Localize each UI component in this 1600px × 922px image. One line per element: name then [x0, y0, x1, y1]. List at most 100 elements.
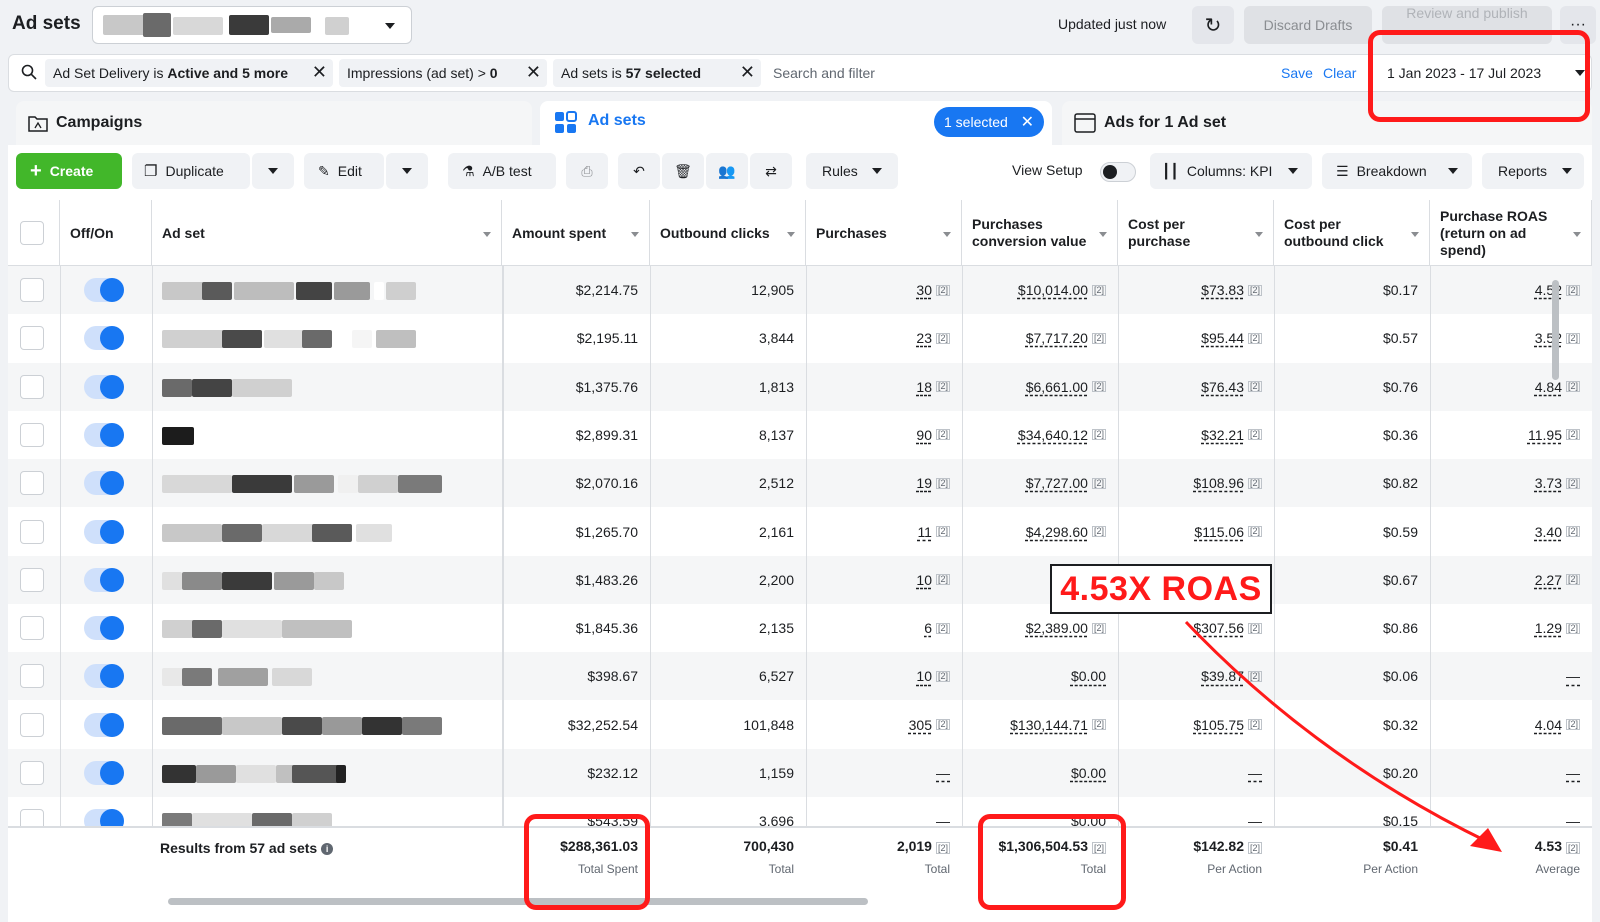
header-adset[interactable]: Ad set [152, 200, 502, 266]
cell-pcv[interactable]: $7,717.20 [2] [962, 314, 1118, 362]
cell-pcv[interactable]: $6,661.00 [2] [962, 363, 1118, 411]
cell-pcv[interactable]: $0.00 [962, 749, 1118, 797]
row-checkbox[interactable] [20, 519, 44, 544]
header-offon[interactable]: Off/On [60, 200, 152, 266]
adset-name-blurred[interactable] [162, 620, 462, 639]
row-checkbox[interactable] [20, 326, 44, 351]
adset-name-blurred[interactable] [162, 716, 462, 735]
cell-roas[interactable]: 2.27 [2] [1430, 556, 1592, 604]
cell-cpp[interactable]: $95.44 [2] [1118, 314, 1274, 362]
cell-purchases[interactable]: 90 [2] [806, 411, 962, 459]
refresh-button[interactable]: ↻ [1192, 6, 1234, 44]
breakdown-button[interactable]: ☰ Breakdown [1322, 153, 1472, 189]
cell-cpp[interactable]: $76.43 [2] [1118, 363, 1274, 411]
delivery-toggle[interactable] [84, 712, 124, 737]
adset-name-blurred[interactable] [162, 378, 462, 397]
table-row[interactable]: $2,899.31 8,137 90 [2] $34,640.12 [2] $32.21 [2… [8, 410, 1592, 459]
delivery-toggle[interactable] [84, 422, 124, 447]
close-icon[interactable]: ✕ [312, 63, 327, 81]
cell-cpp[interactable]: — [1118, 749, 1274, 797]
clear-filter-link[interactable]: Clear [1323, 65, 1356, 81]
columns-button[interactable]: ┃┃ Columns: KPI [1150, 153, 1312, 189]
cell-purchases[interactable]: 11 [2] [806, 508, 962, 556]
delete-button[interactable]: 🗑 [662, 153, 704, 189]
cell-purchases[interactable]: 10 [2] [806, 556, 962, 604]
row-checkbox[interactable] [20, 761, 44, 785]
cell-pcv[interactable]: $0.00 [962, 652, 1118, 700]
save-filter-link[interactable]: Save [1281, 65, 1313, 81]
tab-campaigns[interactable]: Campaigns [16, 101, 532, 145]
adset-name-blurred[interactable] [162, 523, 462, 542]
cell-roas[interactable]: 3.40 [2] [1430, 508, 1592, 556]
cell-pcv[interactable]: $10,014.00 [2] [962, 266, 1118, 314]
reports-button[interactable]: Reports [1482, 153, 1584, 189]
cell-purchases[interactable]: 18 [2] [806, 363, 962, 411]
cell-purchases[interactable]: 19 [2] [806, 459, 962, 507]
adset-name-blurred[interactable] [162, 330, 462, 349]
row-checkbox[interactable] [20, 278, 44, 302]
filter-chip-delivery[interactable]: Ad Set Delivery is Active and 5 more ✕ [45, 59, 333, 87]
adset-name-blurred[interactable] [162, 571, 462, 590]
cell-purchases[interactable]: 30 [2] [806, 266, 962, 314]
edit-dropdown-button[interactable] [386, 153, 428, 189]
table-row[interactable]: $1,265.70 2,161 11 [2] $4,298.60 [2] $115.06 [2… [8, 507, 1592, 556]
ab-test-button[interactable]: ⚗ A/B test [448, 153, 556, 189]
adset-name-blurred[interactable] [162, 282, 462, 300]
row-checkbox[interactable] [20, 374, 44, 399]
cell-purchases[interactable]: 10 [2] [806, 652, 962, 700]
delivery-toggle[interactable] [84, 664, 124, 689]
cell-roas[interactable]: 4.52 [2] [1430, 266, 1592, 314]
header-purchase-roas[interactable]: Purchase ROAS (return on ad spend) [1430, 200, 1592, 266]
header-purchases[interactable]: Purchases [806, 200, 962, 266]
row-checkbox[interactable] [20, 471, 44, 496]
header-cost-per-purchase[interactable]: Cost per purchase [1118, 200, 1274, 266]
delivery-toggle[interactable] [84, 616, 124, 641]
cell-roas[interactable]: 11.95 [2] [1430, 411, 1592, 459]
adset-name-blurred[interactable] [162, 475, 462, 494]
filter-chip-adsets[interactable]: Ad sets is 57 selected ✕ [553, 59, 761, 87]
cell-purchases[interactable]: 23 [2] [806, 314, 962, 362]
table-row[interactable]: $398.67 6,527 10 [2] $0.00 $39.87 [2] $0.06— [8, 652, 1592, 701]
people-button[interactable]: 👥 [706, 153, 748, 189]
undo-button[interactable]: ↶ [618, 153, 660, 189]
duplicate-button[interactable]: ❐ Duplicate [132, 153, 250, 189]
delivery-toggle[interactable] [84, 761, 124, 785]
header-amount-spent[interactable]: Amount spent [502, 200, 650, 266]
cell-roas[interactable]: 3.52 [2] [1430, 314, 1592, 362]
cell-purchases[interactable]: 305 [2] [806, 701, 962, 749]
discard-drafts-button[interactable]: Discard Drafts [1244, 6, 1372, 44]
vertical-scrollbar[interactable] [1552, 280, 1559, 380]
horizontal-scrollbar[interactable] [168, 898, 868, 905]
cell-pcv[interactable]: $130,144.71 [2] [962, 701, 1118, 749]
cell-roas[interactable]: 4.84 [2] [1430, 363, 1592, 411]
export-button[interactable]: ⇄ [750, 153, 792, 189]
cell-cpp[interactable]: $115.06 [2] [1118, 508, 1274, 556]
table-row[interactable]: $2,214.75 12,905 30 [2] $10,014.00 [2] $73.83[… [8, 266, 1592, 314]
close-icon[interactable]: ✕ [1021, 112, 1034, 132]
header-purchases-conversion-value[interactable]: Purchases conversion value [962, 200, 1118, 266]
table-row[interactable]: $232.12 1,159 — $0.00 — $0.20 — [8, 749, 1592, 797]
table-row[interactable]: $1,845.36 2,135 6 [2] $2,389.00 [2] $307.56 [2]… [8, 604, 1592, 653]
table-row[interactable]: $1,483.262,20010[2]$3,3$0.672.27[2] [8, 555, 1592, 604]
table-row[interactable]: $2,070.16 2,512 19 [2] $7,727.00 [2] $108.96 [2… [8, 459, 1592, 508]
filter-chip-impressions[interactable]: Impressions (ad set) > 0 ✕ [339, 59, 547, 87]
adset-name-blurred[interactable] [162, 426, 462, 445]
row-checkbox[interactable] [20, 664, 44, 689]
cell-pcv[interactable]: $34,640.12 [2] [962, 411, 1118, 459]
header-cost-per-outbound-click[interactable]: Cost per outbound click [1274, 200, 1430, 266]
row-checkbox[interactable] [20, 422, 44, 447]
clipboard-button[interactable]: ⎙ [566, 153, 608, 189]
table-row[interactable]: $32,252.54 101,848 305 [2] $130,144.71 [2] $10… [8, 700, 1592, 749]
cell-roas[interactable]: 1.29 [2] [1430, 604, 1592, 652]
tab-adsets[interactable]: Ad sets 1 selected ✕ [540, 101, 1052, 145]
row-checkbox[interactable] [20, 567, 44, 592]
delivery-toggle[interactable] [84, 567, 124, 592]
row-checkbox[interactable] [20, 712, 44, 737]
cell-cpp[interactable]: $73.83 [2] [1118, 266, 1274, 314]
search-filter-input[interactable]: Search and filter [773, 65, 875, 81]
delivery-toggle[interactable] [84, 374, 124, 399]
cell-roas[interactable]: — [1430, 652, 1592, 700]
account-selector[interactable] [92, 6, 412, 44]
close-icon[interactable]: ✕ [526, 63, 541, 81]
cell-cpp[interactable]: $39.87 [2] [1118, 652, 1274, 700]
